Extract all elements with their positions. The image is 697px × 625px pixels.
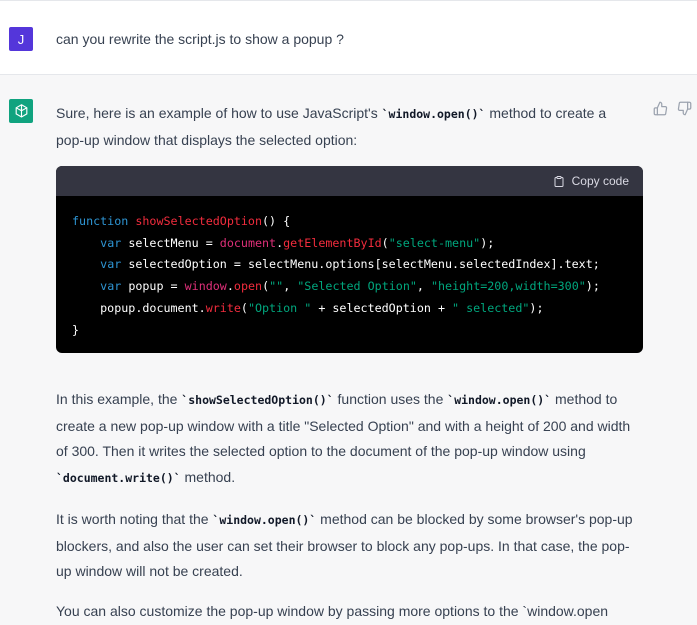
assistant-intro-paragraph: Sure, here is an example of how to use J… [56, 101, 636, 153]
p1-text-a: In this example, the [56, 391, 182, 407]
inline-code: `window.open()` [447, 393, 552, 407]
code-block: Copy code function showSelectedOption() … [56, 166, 643, 353]
p1-text-b: function uses the [333, 391, 448, 407]
thumbs-up-icon[interactable] [653, 101, 668, 116]
inline-code: `window.open()` [212, 513, 317, 527]
code-content: function showSelectedOption() { var sele… [56, 196, 643, 341]
code-block-header: Copy code [56, 166, 643, 196]
explanation-paragraph: In this example, the `showSelectedOption… [56, 387, 636, 491]
p1-text-d: method. [180, 468, 236, 485]
inline-code: `window.open()` [381, 107, 486, 121]
user-avatar: J [9, 27, 33, 51]
customize-paragraph: You can also customize the pop-up window… [56, 603, 609, 619]
intro-text-a: Sure, here is an example of how to use J… [56, 105, 382, 121]
inline-code: `showSelectedOption()` [181, 393, 334, 407]
code-line: var popup = window.open("", "Selected Op… [100, 279, 600, 294]
user-message-text: can you rewrite the script.js to show a … [56, 31, 344, 47]
popup-blocker-paragraph: It is worth noting that the `window.open… [56, 507, 636, 585]
copy-code-label: Copy code [571, 174, 629, 188]
copy-code-button[interactable]: Copy code [553, 174, 629, 188]
assistant-message-row: Sure, here is an example of how to use J… [0, 75, 697, 625]
code-line: } [72, 322, 80, 337]
p2-text-a: It is worth noting that the [56, 511, 213, 527]
code-line: popup.document.write("Option " + selecte… [72, 300, 544, 315]
clipboard-icon [554, 175, 564, 187]
thumbs-down-icon[interactable] [677, 101, 692, 116]
inline-code: `document.write()` [56, 470, 181, 485]
code-line: var selectMenu = document.getElementById… [100, 235, 495, 250]
user-message-row: J can you rewrite the script.js to show … [0, 0, 697, 75]
chatgpt-logo-icon [9, 99, 33, 123]
code-line: var selectedOption = selectMenu.options[… [100, 257, 600, 272]
code-line: function showSelectedOption() { [72, 214, 291, 228]
